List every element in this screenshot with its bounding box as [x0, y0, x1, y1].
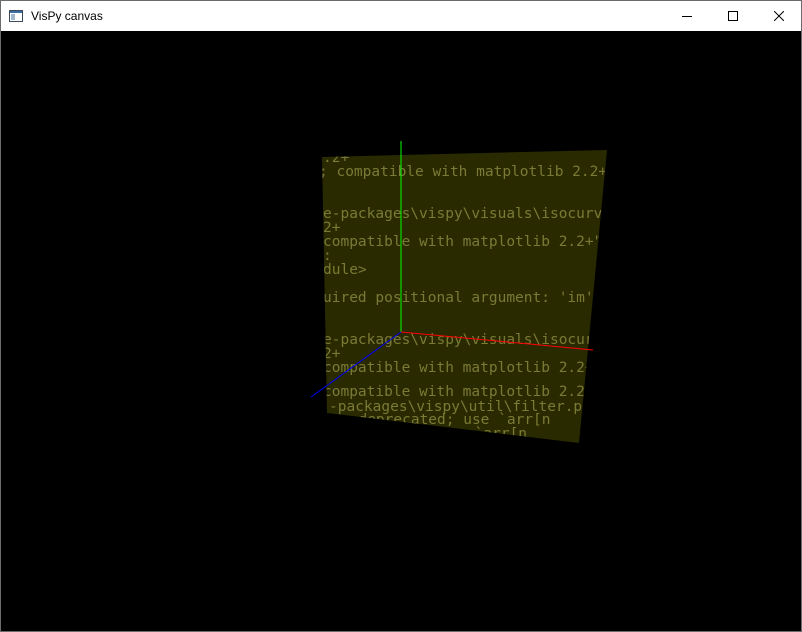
window-title: VisPy canvas [31, 9, 103, 23]
minimize-button[interactable] [664, 1, 710, 31]
minimize-icon [682, 16, 692, 17]
texture-line: e-packages\vispy\visuals\isocurve [323, 332, 611, 348]
texture-line: uired positional argument: 'im' [323, 290, 594, 306]
texture-line: ; compatible with matplotlib 2.2+") [319, 164, 625, 180]
texture-line: dex, `arr[n [431, 426, 527, 442]
app-window-icon [9, 10, 23, 22]
maximize-icon [728, 11, 738, 21]
texture-line: e-packages\vispy\visuals\isocurve.p [323, 206, 629, 222]
texture-line: compatible with matplotlib 2.2+" [323, 360, 602, 376]
vispy-window: VisPy canvas .2+ ; compatible with matpl… [0, 0, 802, 632]
3d-scene: .2+ ; compatible with matplotlib 2.2+") … [310, 141, 629, 443]
close-icon [774, 11, 784, 21]
gl-canvas[interactable]: .2+ ; compatible with matplotlib 2.2+") … [1, 31, 801, 631]
texture-line: compatible with matplotlib 2.2+ [323, 384, 594, 400]
maximize-button[interactable] [710, 1, 756, 31]
close-button[interactable] [756, 1, 801, 31]
title-bar[interactable]: VisPy canvas [1, 1, 801, 31]
texture-line: compatible with matplotlib 2.2+") [323, 234, 611, 250]
texture-line: dule> [323, 262, 367, 278]
